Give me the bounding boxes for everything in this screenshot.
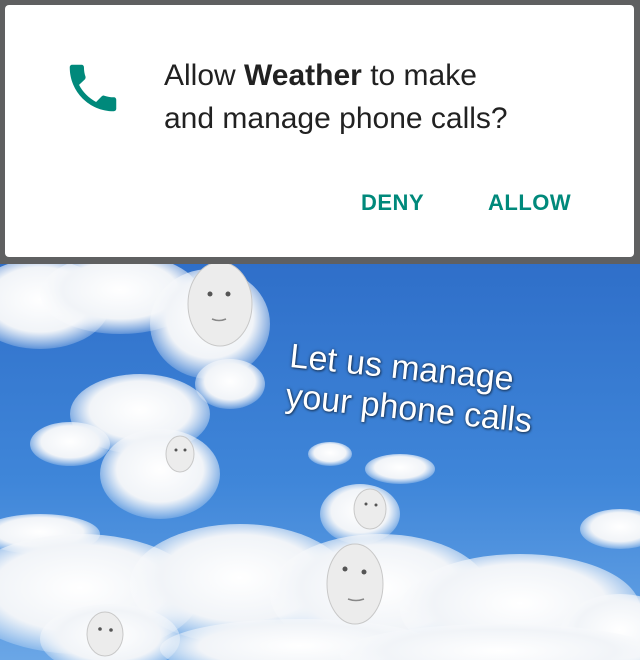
sky-clouds-image [0,264,640,660]
message-line2: and manage phone calls? [164,102,508,135]
allow-button[interactable]: ALLOW [488,190,571,216]
dialog-message: Allow Weather to make and manage phone c… [164,54,624,140]
deny-button[interactable]: DENY [361,190,424,216]
permission-dialog: Allow Weather to make and manage phone c… [5,5,634,257]
app-name: Weather [244,59,362,92]
sky-image [0,264,640,660]
phone-icon [69,64,117,112]
message-prefix: Allow [164,59,245,92]
message-suffix: to make [361,59,477,92]
